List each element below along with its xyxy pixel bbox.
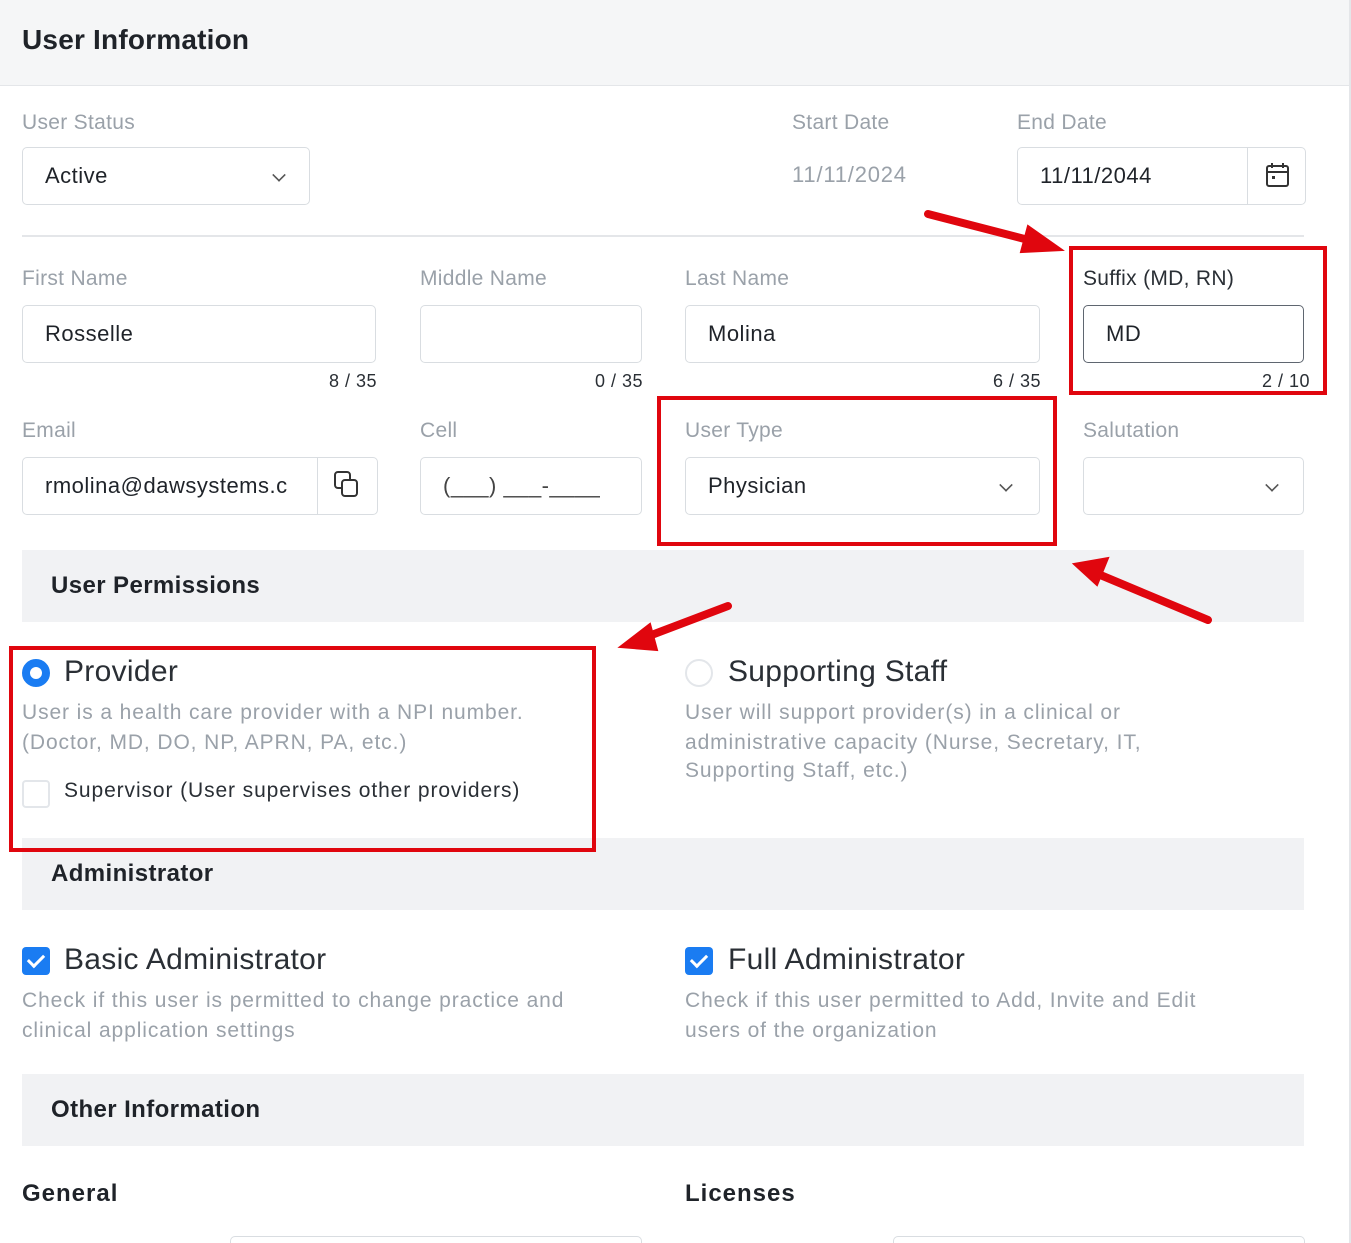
salutation-label: Salutation [1083, 419, 1180, 442]
cell-label: Cell [420, 419, 458, 442]
end-date-value: 11/11/2044 [1040, 163, 1152, 188]
basic-administrator-label[interactable]: Basic Administrator [64, 943, 326, 977]
other-information-title: Other Information [51, 1096, 261, 1123]
full-administrator-label[interactable]: Full Administrator [728, 943, 965, 977]
last-name-counter: 6 / 35 [993, 371, 1042, 391]
user-status-label: User Status [22, 111, 136, 134]
calendar-icon [1266, 163, 1289, 187]
administrator-title: Administrator [51, 860, 214, 887]
middle-name-label: Middle Name [420, 267, 548, 290]
divider [22, 235, 1304, 237]
annotation-box-user-type [657, 396, 1057, 546]
start-date-label: Start Date [792, 111, 890, 134]
middle-name-counter: 0 / 35 [595, 371, 644, 391]
general-heading: General [22, 1180, 119, 1207]
annotation-box-provider [9, 646, 596, 852]
other-information-header: Other Information [22, 1074, 1304, 1146]
email-field[interactable]: rmolina@dawsystems.c [22, 457, 378, 515]
calendar-button[interactable] [1247, 148, 1305, 204]
user-status-value: Active [45, 163, 108, 188]
annotation-box-suffix [1069, 246, 1327, 395]
salutation-select[interactable] [1083, 457, 1304, 515]
copy-button[interactable] [317, 458, 375, 514]
supporting-staff-label[interactable]: Supporting Staff [728, 655, 947, 689]
supporting-staff-description-line2: administrative capacity (Nurse, Secretar… [685, 731, 1142, 754]
copy-icon [334, 471, 358, 497]
supporting-staff-description-line3: Supporting Staff, etc.) [685, 759, 909, 782]
chevron-down-icon [1265, 478, 1279, 492]
chevron-down-icon [272, 168, 286, 182]
first-name-input[interactable]: Rosselle [22, 305, 376, 363]
licenses-field-partial[interactable] [893, 1236, 1305, 1243]
full-administrator-checkbox[interactable] [685, 947, 713, 975]
last-name-value: Molina [708, 321, 776, 346]
email-label: Email [22, 419, 77, 442]
page-header: User Information [0, 0, 1351, 86]
user-status-select[interactable]: Active [22, 147, 310, 205]
user-permissions-title: User Permissions [51, 572, 261, 599]
last-name-label: Last Name [685, 267, 790, 290]
middle-name-input[interactable] [420, 305, 642, 363]
end-date-input[interactable]: 11/11/2044 [1017, 147, 1306, 205]
supporting-staff-radio[interactable] [685, 659, 713, 687]
basic-administrator-description-line2: clinical application settings [22, 1019, 296, 1042]
basic-administrator-description-line1: Check if this user is permitted to chang… [22, 989, 565, 1012]
user-permissions-header: User Permissions [22, 550, 1304, 622]
arrow-to-suffix [924, 210, 1065, 254]
full-administrator-description-line2: users of the organization [685, 1019, 938, 1042]
general-field-partial[interactable] [230, 1236, 642, 1243]
first-name-label: First Name [22, 267, 128, 290]
cell-input[interactable]: (___) ___-____ [420, 457, 642, 515]
email-value: rmolina@dawsystems.c [45, 473, 288, 498]
cell-placeholder: (___) ___-____ [443, 473, 601, 498]
page-title: User Information [22, 24, 250, 55]
supporting-staff-description-line1: User will support provider(s) in a clini… [685, 701, 1121, 724]
basic-administrator-checkbox[interactable] [22, 947, 50, 975]
end-date-label: End Date [1017, 111, 1107, 134]
first-name-counter: 8 / 35 [329, 371, 378, 391]
licenses-heading: Licenses [685, 1180, 796, 1207]
full-administrator-description-line1: Check if this user permitted to Add, Inv… [685, 989, 1197, 1012]
last-name-input[interactable]: Molina [685, 305, 1040, 363]
first-name-value: Rosselle [45, 321, 134, 346]
start-date-value: 11/11/2024 [792, 162, 907, 187]
